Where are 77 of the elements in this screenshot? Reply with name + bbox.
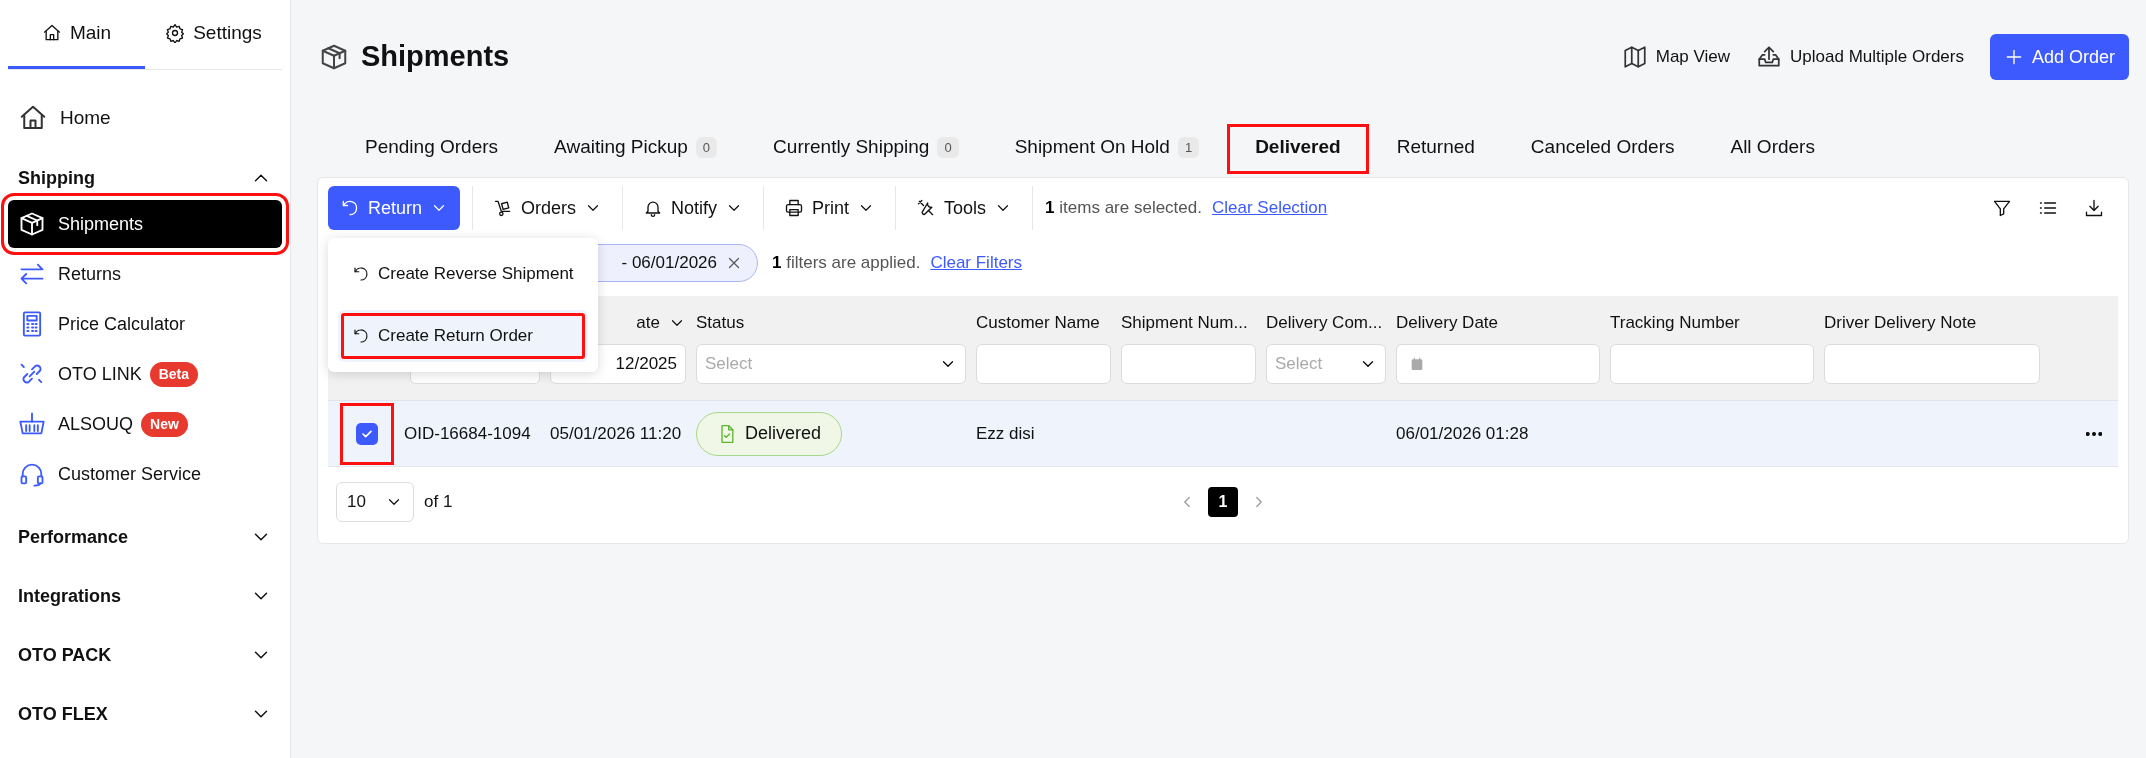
tab[interactable]: Returned xyxy=(1368,124,1503,174)
badge: New xyxy=(141,411,188,437)
filter-icon xyxy=(1992,198,2012,218)
selection-text: 1 items are selected. xyxy=(1045,197,1202,220)
toolbar-button[interactable]: Notify xyxy=(622,186,764,230)
tab[interactable]: Delivered xyxy=(1227,124,1369,174)
status-pill: Delivered xyxy=(696,411,843,456)
download-icon xyxy=(2084,198,2104,218)
more-icon xyxy=(2086,431,2102,436)
filter-field[interactable] xyxy=(1121,344,1256,384)
count-badge: 0 xyxy=(695,136,718,159)
calendar-icon xyxy=(1409,356,1425,372)
column-header: Status xyxy=(696,312,745,335)
menu-item[interactable]: Create Return Order xyxy=(338,310,588,362)
section-header[interactable]: Integrations xyxy=(8,576,282,616)
more-button[interactable] xyxy=(2086,431,2102,436)
column-header: Tracking Number xyxy=(1610,312,1740,335)
page-count: of 1 xyxy=(424,491,453,514)
table-cell-text: 06/01/2026 01:28 xyxy=(1396,422,1530,445)
column-header: Shipment Num... xyxy=(1121,312,1248,335)
header-link[interactable]: Map View xyxy=(1621,44,1731,70)
badge: Beta xyxy=(149,361,199,387)
column-header: Driver Delivery Note xyxy=(1824,312,1977,335)
table-cell-text: Ezz disi xyxy=(976,422,1036,445)
tab[interactable]: Awaiting Pickup 0 xyxy=(526,124,746,174)
tab[interactable]: All Orders xyxy=(1702,124,1843,174)
box-icon xyxy=(18,210,46,238)
page-size-select[interactable]: 10 xyxy=(336,482,414,522)
toolbar-button[interactable]: Tools xyxy=(895,186,1033,230)
sidebar-item[interactable]: Price Calculator xyxy=(8,300,282,348)
tab[interactable]: Shipment On Hold 1 xyxy=(986,124,1228,174)
clear-selection-link[interactable]: Clear Selection xyxy=(1212,195,1328,221)
page-title: Shipments xyxy=(361,39,510,75)
date-filter-field[interactable] xyxy=(1396,344,1600,384)
filter-field[interactable] xyxy=(1824,344,2040,384)
sidebar-item[interactable]: ALSOUQ New xyxy=(8,400,282,448)
table-cell-text: 05/01/2026 11:20 xyxy=(550,422,683,445)
sidebar-tab[interactable]: Settings xyxy=(145,0,282,69)
sidebar-tab[interactable]: Main xyxy=(8,0,145,69)
tab[interactable]: Canceled Orders xyxy=(1502,124,1703,174)
tab[interactable]: Pending Orders xyxy=(337,124,527,174)
page-button[interactable]: 1 xyxy=(1208,487,1238,517)
section-header[interactable]: OTO FLEX xyxy=(8,694,282,734)
column-header: Customer Name xyxy=(976,312,1100,335)
undo-icon xyxy=(340,198,360,218)
sidebar-item[interactable]: OTO LINK Beta xyxy=(8,350,282,398)
box-icon xyxy=(319,42,349,72)
toolbar-button[interactable]: Orders xyxy=(472,186,623,230)
count-badge: 1 xyxy=(1177,136,1200,159)
tab[interactable]: Currently Shipping 0 xyxy=(745,124,987,174)
return-button[interactable]: Return xyxy=(328,186,461,230)
settings-icon xyxy=(165,23,186,43)
sidebar-item[interactable]: Customer Service xyxy=(8,450,282,498)
map-icon xyxy=(1621,44,1648,70)
printer-icon xyxy=(784,198,805,218)
filter-field[interactable] xyxy=(1610,344,1814,384)
filter-summary: 1 filters are applied. xyxy=(772,252,921,275)
column-header: Delivery Date xyxy=(1396,312,1499,335)
section-header[interactable]: OTO PACK xyxy=(8,635,282,675)
filter-field[interactable] xyxy=(976,344,1111,384)
column-header: Delivery Com... xyxy=(1266,312,1383,335)
table-cell-text: OID-16684-1094 xyxy=(404,422,532,445)
column-header: ate xyxy=(636,312,660,335)
row-checkbox[interactable] xyxy=(356,422,378,445)
add-order-button[interactable]: Add Order xyxy=(1989,34,2129,80)
section-header[interactable]: Shipping xyxy=(8,158,282,198)
toolbar-button[interactable]: Print xyxy=(763,186,896,230)
undo-icon xyxy=(352,265,370,283)
home-icon xyxy=(41,23,62,43)
count-badge: 0 xyxy=(937,136,959,159)
section-header[interactable]: Performance xyxy=(8,517,282,557)
undo-icon xyxy=(352,327,370,345)
sidebar-item[interactable]: Returns xyxy=(8,250,282,298)
sidebar-link[interactable]: Home xyxy=(8,94,282,142)
header-link[interactable]: Upload Multiple Orders xyxy=(1756,44,1964,70)
clear-filters-link[interactable]: Clear Filters xyxy=(930,250,1022,276)
upload-icon xyxy=(1756,44,1783,70)
